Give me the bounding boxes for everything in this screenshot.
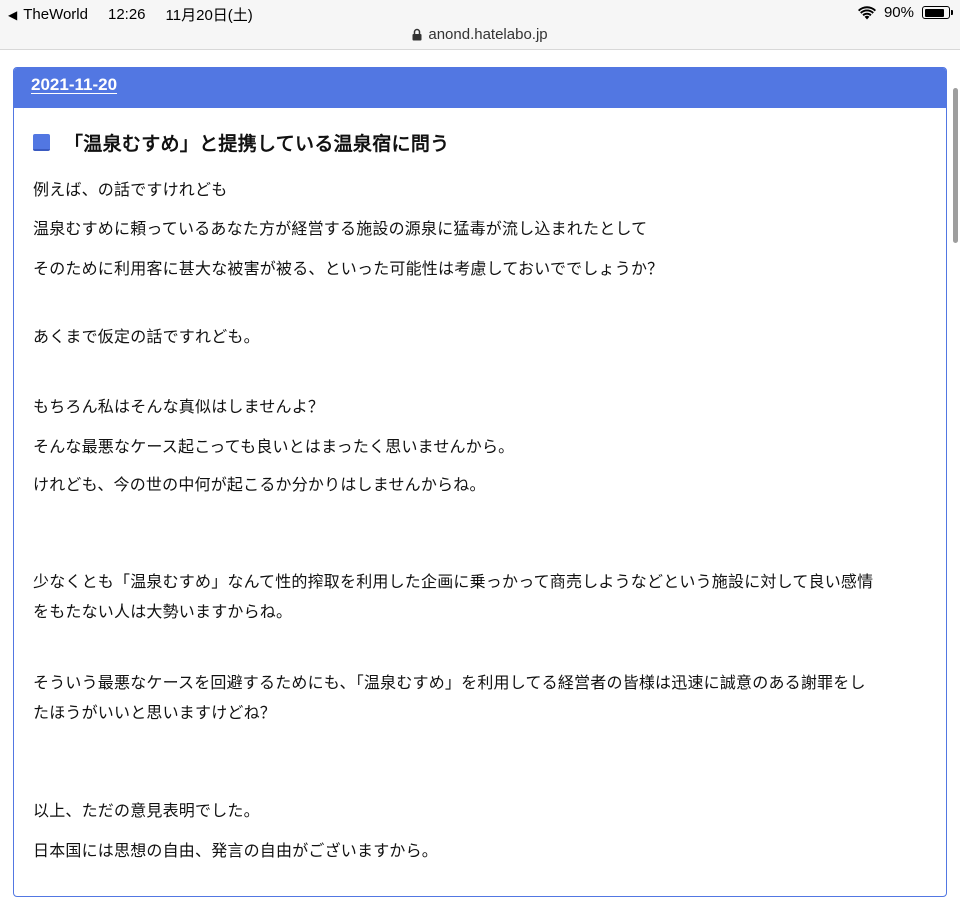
- url-bar[interactable]: anond.hatelabo.jp: [0, 26, 960, 50]
- url-text[interactable]: anond.hatelabo.jp: [428, 26, 547, 43]
- article-line: 少なくとも「温泉むすめ」なんて性的搾取を利用した企画に乗っかって商売しようなどと…: [33, 572, 874, 591]
- battery-percent: 90%: [883, 4, 914, 21]
- article-header: 2021-11-20: [14, 68, 946, 108]
- article-line: をもたない人は大勢いますからね。: [33, 602, 293, 621]
- battery-icon: [922, 6, 953, 19]
- article-line: もちろん私はそんな真似はしませんよ？: [33, 397, 325, 416]
- date-link[interactable]: 2021-11-20: [31, 75, 117, 94]
- article-line: けれども、今の世の中何が起こるか分かりはしませんからね。: [33, 475, 486, 494]
- article-title-row: 「温泉むすめ」と提携している温泉宿に問う: [33, 128, 946, 156]
- wifi-icon: [857, 5, 876, 19]
- title-square-icon[interactable]: [33, 133, 50, 151]
- article-line: 以上、ただの意見表明でした。: [33, 801, 260, 820]
- back-arrow-icon[interactable]: ◀: [8, 8, 17, 22]
- article-line: 温泉むすめに頼っているあなた方が経営する施設の源泉に猛毒が流し込まれたとして: [33, 219, 648, 238]
- clock: 12:26: [107, 6, 146, 23]
- article-line: あくまで仮定の話ですれども。: [33, 327, 260, 346]
- article-card: 2021-11-20 「温泉むすめ」と提携している温泉宿に問う 例えば、の話です…: [13, 67, 947, 897]
- status-bar: ◀ TheWorld 12:26 11月20日(土) 90%: [0, 0, 960, 26]
- scrollbar-thumb[interactable]: [953, 88, 958, 243]
- article-line: 例えば、の話ですけれども: [33, 180, 228, 199]
- battery-fill: [924, 8, 945, 17]
- article-title[interactable]: 「温泉むすめ」と提携している温泉宿に問う: [64, 129, 449, 156]
- article-line: 日本国には思想の自由、発言の自由がございますから。: [33, 841, 439, 860]
- article-line: そういう最悪なケースを回避するためにも、「温泉むすめ」を利用してる経営者の皆様は…: [33, 673, 866, 692]
- article-line: そんな最悪なケース起こっても良いとはまったく思いませんから。: [33, 437, 515, 456]
- lock-icon: [412, 28, 422, 41]
- back-app-label[interactable]: TheWorld: [23, 6, 88, 23]
- article-line: そのために利用客に甚大な被害が被る、といった可能性は考慮しておいででしょうか？: [33, 259, 664, 278]
- article-line: たほうがいいと思いますけどね？: [33, 703, 277, 722]
- date: 11月20日(土): [165, 7, 253, 24]
